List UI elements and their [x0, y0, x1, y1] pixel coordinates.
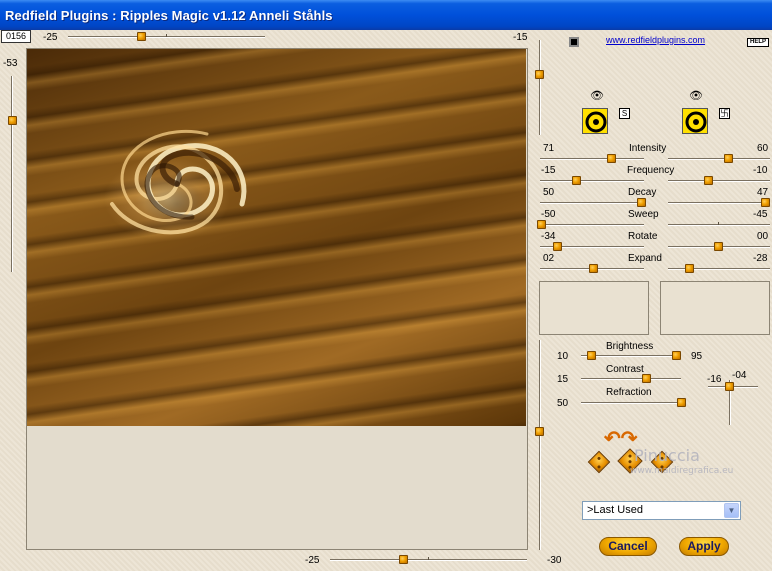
decay-left-track[interactable] [540, 202, 644, 204]
decay-label: Decay [628, 187, 657, 198]
frequency-right-value: -10 [753, 165, 768, 176]
intensity-label: Intensity [629, 143, 667, 154]
light-y-value: -04 [732, 370, 747, 381]
decay-right-value: 47 [757, 187, 769, 198]
sweep-left-track[interactable] [540, 224, 644, 226]
wave-preview-box-left [539, 281, 649, 335]
decay-right-thumb[interactable] [761, 198, 770, 207]
sweep-left-thumb[interactable] [537, 220, 546, 229]
frequency-left-thumb[interactable] [572, 176, 581, 185]
frequency-right-track[interactable] [668, 180, 770, 182]
frequency-left-value: -15 [541, 165, 556, 176]
sweep-right-track[interactable] [668, 224, 770, 226]
apply-button[interactable]: Apply [679, 537, 729, 556]
expand-right-track[interactable] [668, 268, 770, 270]
intensity-right-thumb[interactable] [724, 154, 733, 163]
frequency-label: Frequency [627, 165, 675, 176]
intensity-right-value: 60 [757, 143, 769, 154]
expand-right-value: -28 [753, 253, 768, 264]
expand-label: Expand [628, 253, 662, 264]
bottom-slider-tick [428, 557, 429, 560]
intensity-left-thumb[interactable] [607, 154, 616, 163]
sweep-left-value: -50 [541, 209, 556, 220]
light-position-thumb[interactable] [725, 382, 734, 391]
contrast-label: Contrast [606, 364, 644, 375]
sweep-right-tick [718, 222, 719, 225]
brightness-right-thumb[interactable] [672, 351, 681, 360]
help-button[interactable]: HELP [747, 38, 769, 47]
brightness-right-value: 95 [691, 351, 703, 362]
wave-mode-1-toggle-icon[interactable]: S [619, 108, 630, 119]
upper-right-vertical-thumb[interactable] [535, 70, 544, 79]
eye-icon[interactable]: 👁 [689, 89, 703, 102]
brightness-label: Brightness [606, 341, 654, 352]
contrast-thumb[interactable] [642, 374, 651, 383]
window-title: Redfield Plugins : Ripples Magic v1.12 A… [0, 0, 772, 30]
rotate-left-value: -34 [541, 231, 556, 242]
eye-icon[interactable]: 👁 [590, 89, 604, 102]
sweep-right-value: -45 [753, 209, 768, 220]
watermark-site: www.maidiregrafica.eu [630, 466, 734, 476]
decay-right-track[interactable] [668, 202, 770, 204]
chevron-down-icon[interactable]: ▼ [724, 503, 739, 518]
left-slider-track[interactable] [11, 76, 13, 272]
rotate-label: Rotate [628, 231, 658, 242]
preset-select[interactable]: >Last Used ▼ [582, 501, 741, 520]
decay-left-thumb[interactable] [637, 198, 646, 207]
top-slider-thumb[interactable] [137, 32, 146, 41]
right-vertical-slider-value: -15 [513, 32, 528, 43]
bottom-slider-value: -25 [305, 555, 320, 566]
cancel-button[interactable]: Cancel [599, 537, 657, 556]
decay-left-value: 50 [543, 187, 555, 198]
preview-image[interactable] [27, 49, 526, 426]
rotate-left-thumb[interactable] [553, 242, 562, 251]
undo-redo-arrows-icon[interactable]: ↶↷ [604, 426, 638, 451]
brightness-left-value: 10 [557, 351, 569, 362]
lower-right-vertical-track[interactable] [539, 340, 541, 550]
brightness-left-thumb[interactable] [587, 351, 596, 360]
brightness-track[interactable] [581, 355, 681, 357]
upper-right-vertical-track[interactable] [539, 40, 541, 135]
rotate-right-value: 00 [757, 231, 769, 242]
preset-selected-value: >Last Used [587, 504, 643, 516]
wave-source-1-icon[interactable] [582, 108, 608, 134]
wave-mode-2-toggle-icon[interactable]: 卐 [719, 108, 730, 119]
refraction-value: 50 [557, 398, 569, 409]
intensity-left-track[interactable] [540, 158, 644, 160]
wave-source-2-icon[interactable] [682, 108, 708, 134]
redfield-link[interactable]: www.redfieldplugins.com [606, 35, 705, 45]
wave-preview-box-right [660, 281, 770, 335]
frame-counter[interactable]: 0156 [1, 30, 31, 43]
lower-right-vertical-thumb[interactable] [535, 427, 544, 436]
top-slider-tick [166, 34, 167, 37]
contrast-value: 15 [557, 374, 569, 385]
bottom-slider-thumb[interactable] [399, 555, 408, 564]
frequency-left-track[interactable] [540, 180, 644, 182]
refraction-track[interactable] [581, 402, 681, 404]
expand-left-value: 02 [543, 253, 555, 264]
left-slider-value: -53 [3, 58, 18, 69]
light-x-value: -16 [707, 374, 722, 385]
refraction-thumb[interactable] [677, 398, 686, 407]
left-slider-thumb[interactable] [8, 116, 17, 125]
rotate-right-thumb[interactable] [714, 242, 723, 251]
top-slider-value: -25 [43, 32, 58, 43]
contrast-track[interactable] [581, 378, 681, 380]
refraction-label: Refraction [606, 387, 652, 398]
expand-left-thumb[interactable] [589, 264, 598, 273]
bottom-right-value: -30 [547, 555, 562, 566]
watermark-name: Pinuccia [634, 446, 700, 465]
color-swatch[interactable] [569, 37, 579, 47]
intensity-left-value: 71 [543, 143, 555, 154]
ripple-swirl-graphic [110, 129, 247, 235]
expand-right-thumb[interactable] [685, 264, 694, 273]
intensity-right-track[interactable] [668, 158, 770, 160]
sweep-label: Sweep [628, 209, 659, 220]
frequency-right-thumb[interactable] [704, 176, 713, 185]
